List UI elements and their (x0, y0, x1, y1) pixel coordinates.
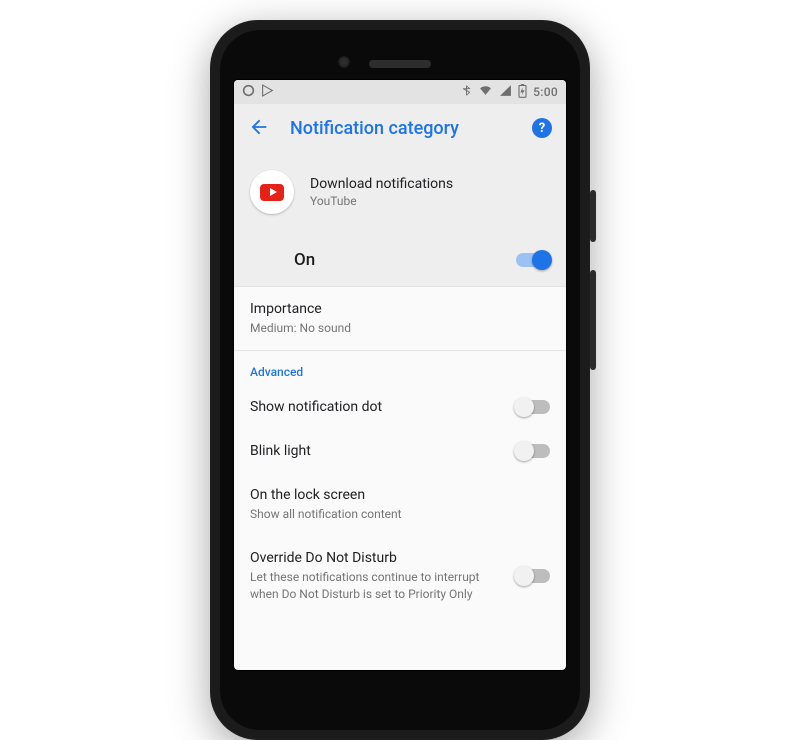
show-dot-label: Show notification dot (250, 399, 516, 415)
blink-label: Blink light (250, 443, 516, 459)
master-toggle-row[interactable]: On (234, 236, 566, 287)
play-store-icon (261, 84, 274, 100)
help-icon[interactable]: ? (532, 118, 552, 138)
show-dot-switch[interactable] (516, 400, 550, 414)
screen: 5:00 Notification category ? (234, 80, 566, 670)
show-dot-row[interactable]: Show notification dot (234, 385, 566, 429)
status-bar: 5:00 (234, 80, 566, 104)
page-title: Notification category (290, 118, 512, 139)
channel-header: Download notifications YouTube (234, 152, 566, 236)
dnd-label: Override Do Not Disturb (250, 550, 516, 566)
speaker-grille (369, 60, 431, 68)
dnd-switch[interactable] (516, 569, 550, 583)
device-frame: 5:00 Notification category ? (210, 20, 590, 740)
circle-icon (242, 84, 255, 100)
app-bar: Notification category ? (234, 104, 566, 152)
dnd-row[interactable]: Override Do Not Disturb Let these notifi… (234, 536, 566, 615)
importance-value: Medium: No sound (250, 320, 480, 336)
lock-screen-label: On the lock screen (250, 487, 550, 503)
status-clock: 5:00 (533, 85, 558, 99)
back-icon[interactable] (248, 116, 270, 141)
dnd-subtitle: Let these notifications continue to inte… (250, 569, 480, 601)
battery-icon (518, 84, 527, 101)
power-button (590, 190, 596, 242)
importance-row[interactable]: Importance Medium: No sound (234, 287, 566, 350)
youtube-app-icon (250, 170, 294, 214)
importance-label: Importance (250, 301, 550, 317)
signal-icon (499, 84, 512, 100)
front-camera (338, 56, 350, 68)
channel-app-name: YouTube (310, 194, 453, 208)
bluetooth-icon (461, 84, 472, 100)
master-toggle-label: On (294, 250, 516, 270)
blink-switch[interactable] (516, 444, 550, 458)
blink-row[interactable]: Blink light (234, 429, 566, 473)
master-switch[interactable] (516, 253, 550, 267)
wifi-icon (478, 84, 493, 100)
section-advanced: Advanced (234, 351, 566, 385)
lock-screen-value: Show all notification content (250, 506, 480, 522)
channel-title: Download notifications (310, 176, 453, 192)
volume-rocker (590, 270, 596, 370)
lock-screen-row[interactable]: On the lock screen Show all notification… (234, 473, 566, 536)
